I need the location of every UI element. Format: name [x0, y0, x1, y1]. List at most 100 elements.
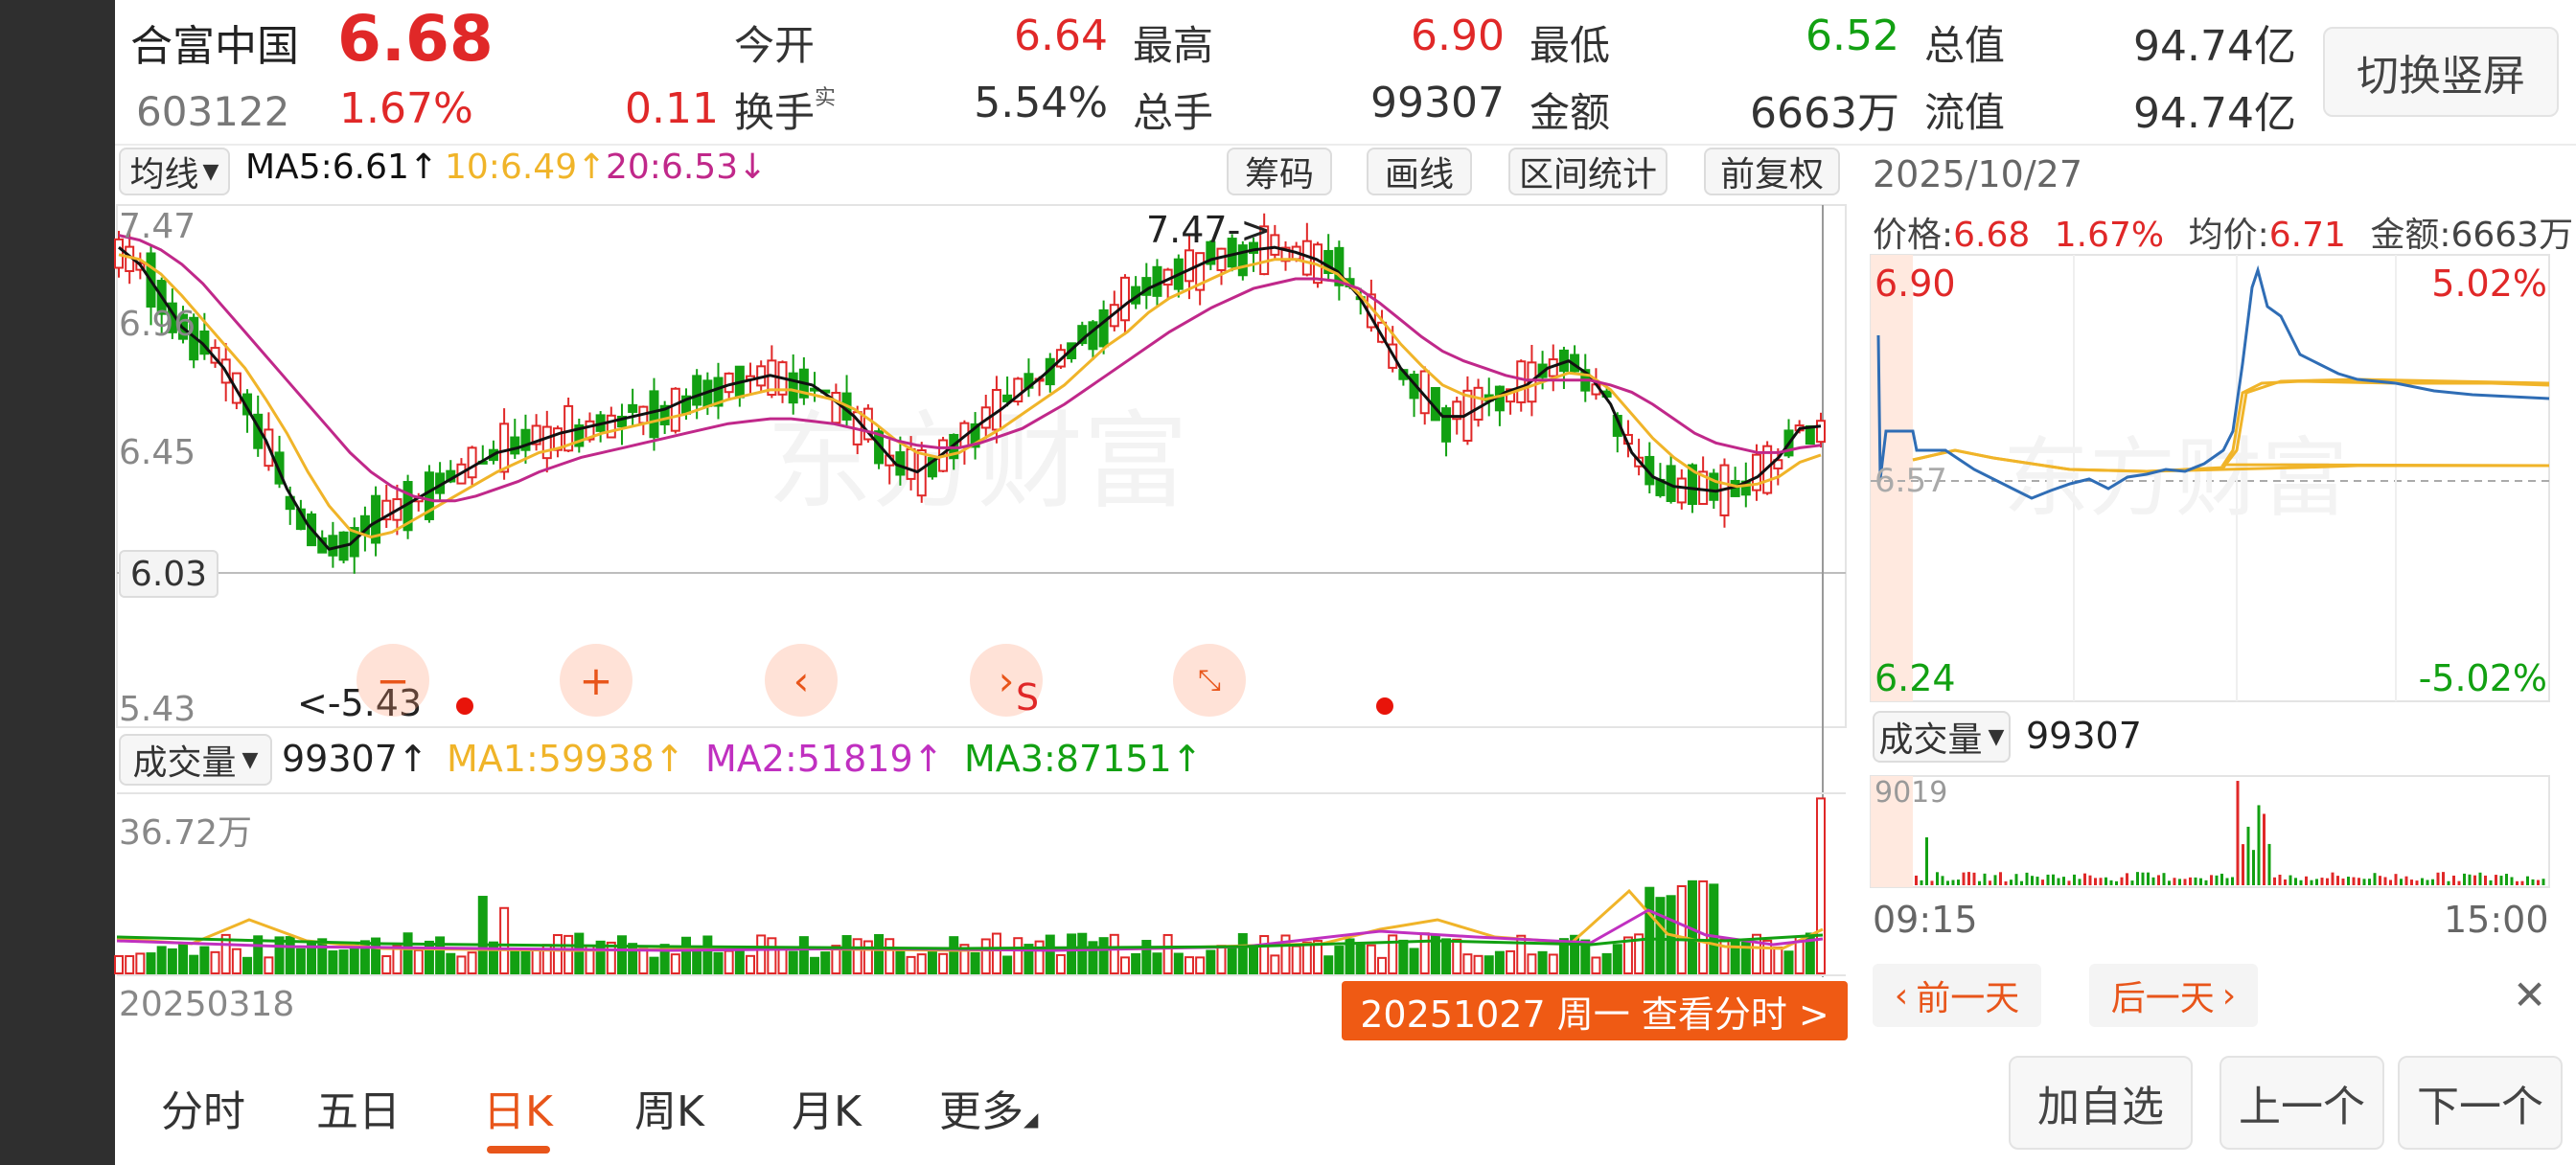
tab-more-label: 更多: [939, 1087, 1024, 1136]
volume-bar: [1259, 935, 1270, 974]
volume-bar: [713, 951, 724, 974]
volume-bar: [1131, 952, 1141, 975]
volume-bar: [798, 936, 809, 974]
volume-bar: [1441, 938, 1452, 974]
view-intraday-tip[interactable]: 20251027 周一 查看分时 >: [1342, 981, 1848, 1040]
intraday-volume-bar: [2126, 873, 2128, 885]
intraday-volume-bar: [2421, 878, 2424, 885]
candle-body: [1088, 321, 1098, 351]
intraday-volume-bar: [2278, 874, 2282, 885]
volume-bar: [616, 935, 627, 974]
active-tab-underline: [487, 1146, 550, 1154]
add-watchlist-button[interactable]: 加自选: [2009, 1056, 2193, 1150]
intraday-volume-bar: [2062, 877, 2065, 885]
tab-monthly-k[interactable]: 月K: [792, 1077, 862, 1138]
intraday-volume-bar: [2231, 877, 2234, 885]
candle-body: [1270, 234, 1280, 256]
intraday-volume-bar: [1983, 873, 1987, 885]
volume-bar: [1773, 946, 1783, 975]
volume-bar: [862, 940, 873, 974]
intraday-volume-bar: [2299, 879, 2303, 885]
volume-ma1: MA1:59938↑: [447, 738, 685, 780]
volume-bar: [1355, 943, 1366, 975]
volume-bar: [1377, 956, 1388, 975]
volume-bar: [477, 896, 488, 974]
candle-body: [1184, 249, 1194, 283]
volume-bar: [1067, 933, 1077, 975]
volume-dropdown[interactable]: 成交量 ▼: [119, 734, 272, 786]
volume-bar: [949, 936, 959, 975]
volume-bar: [574, 932, 585, 974]
intraday-volume-bar: [2052, 874, 2055, 885]
volume-bar: [1398, 939, 1409, 974]
intraday-volume-bar: [2036, 877, 2039, 885]
intraday-volume-bar: [2463, 873, 2466, 885]
volume-bar: [852, 938, 862, 974]
prev-day-button[interactable]: ‹ 前一天: [1873, 964, 2041, 1027]
zoom-in-button[interactable]: +: [560, 644, 632, 717]
intraday-y-low: 6.24: [1874, 657, 1956, 699]
intraday-volume-bar: [2315, 879, 2318, 885]
volume-bar: [435, 936, 446, 974]
candle-body: [670, 387, 680, 432]
tab-weekly-k[interactable]: 周K: [634, 1077, 704, 1138]
prev-stock-button[interactable]: 上一个: [2220, 1056, 2384, 1150]
intraday-price: 6.68: [1953, 216, 2031, 255]
intraday-volume-bar: [2410, 879, 2413, 885]
volume-bar: [1655, 897, 1666, 975]
volume-bar: [199, 946, 210, 975]
intraday-volume-bar: [2273, 877, 2276, 885]
candle-body: [467, 446, 477, 479]
candle-body: [692, 375, 702, 406]
volume-ma3: MA3:87151↑: [964, 738, 1203, 780]
candle-body: [510, 436, 520, 455]
volume-bar: [1301, 941, 1312, 975]
candle-body: [328, 535, 338, 557]
intraday-amount: 金额:6663万: [2370, 216, 2574, 255]
tab-intraday[interactable]: 分时: [161, 1077, 245, 1138]
tab-more[interactable]: 更多◢: [939, 1077, 1038, 1138]
next-stock-button[interactable]: 下一个: [2398, 1056, 2563, 1150]
intraday-volume-bar: [2183, 879, 2187, 885]
kline-y-top: 7.47: [119, 207, 196, 246]
next-day-button[interactable]: 后一天 ›: [2089, 964, 2258, 1027]
intraday-volume-bar: [2136, 872, 2139, 885]
volume-bar: [1366, 944, 1376, 975]
intraday-volume-bar: [2442, 872, 2445, 885]
intraday-volume-bar: [2373, 873, 2377, 885]
intraday-volume-dropdown[interactable]: 成交量 ▼: [1873, 711, 2011, 763]
intraday-volume-bar: [2431, 879, 2434, 885]
intraday-volume-bar: [2046, 874, 2050, 885]
volume-bar: [1323, 955, 1334, 974]
tab-five-day[interactable]: 五日: [316, 1077, 401, 1138]
intraday-time-end: 15:00: [2444, 899, 2549, 941]
collapse-button[interactable]: ⤡: [1173, 644, 1246, 717]
volume-bar: [895, 949, 906, 975]
intraday-volume-bar: [2151, 877, 2155, 885]
tab-daily-k[interactable]: 日K: [483, 1077, 553, 1138]
intraday-volume-bar: [2041, 879, 2044, 885]
intraday-volume-bar: [2516, 880, 2518, 885]
intraday-volume-bar: [2452, 875, 2455, 885]
volume-bar: [381, 955, 392, 974]
event-dot[interactable]: [456, 697, 473, 715]
candle-body: [606, 414, 616, 439]
zoom-out-button[interactable]: −: [356, 644, 429, 717]
intraday-volume-bar: [2400, 879, 2403, 885]
intraday-volume-bar: [2368, 879, 2371, 885]
candle-body: [541, 425, 552, 460]
volume-bar: [767, 937, 777, 974]
intraday-volume-bar: [2305, 876, 2308, 885]
volume-bar: [295, 948, 306, 974]
close-icon[interactable]: ✕: [2513, 971, 2546, 1018]
event-dot[interactable]: [1376, 697, 1393, 715]
volume-bar: [1709, 883, 1719, 975]
scroll-left-button[interactable]: ‹: [765, 644, 838, 717]
volume-bar: [1601, 952, 1612, 975]
volume-bar: [552, 934, 563, 975]
intraday-volume-bar: [2014, 874, 2018, 885]
max-price-marker: 7.47->: [1146, 209, 1272, 251]
volume-bar: [1270, 954, 1280, 974]
intraday-volume-bar: [2379, 876, 2381, 885]
volume-bar: [906, 955, 916, 975]
